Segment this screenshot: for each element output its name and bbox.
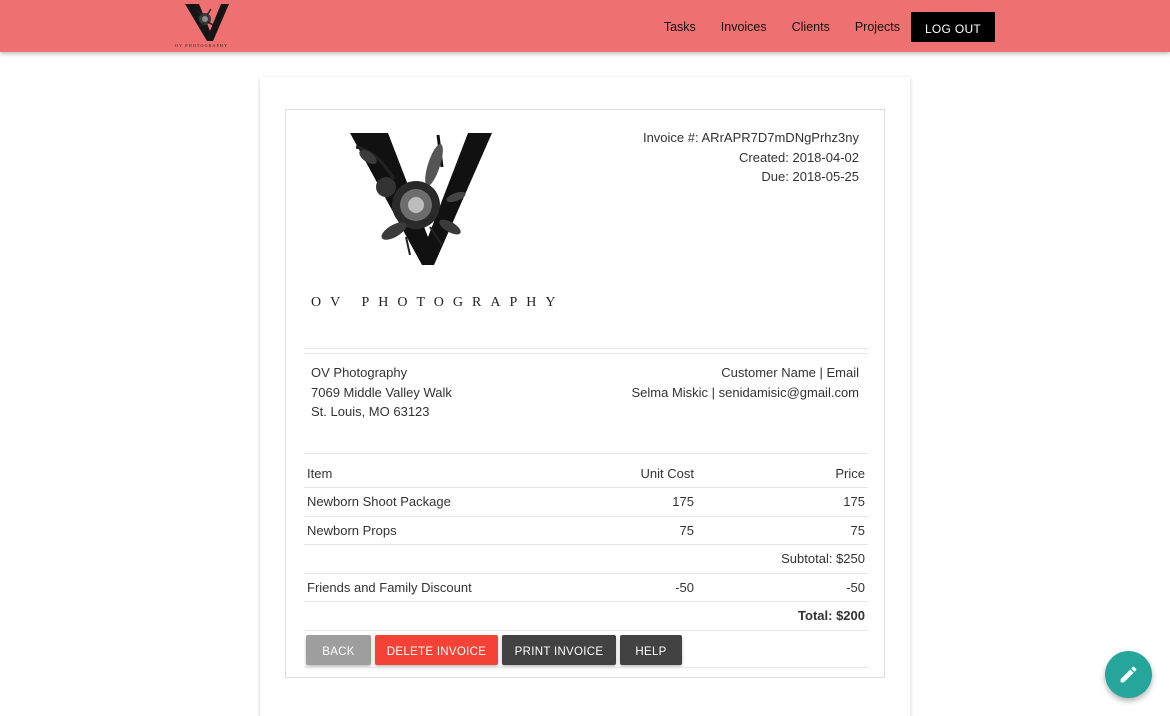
company-address: OV Photography 7069 Middle Valley Walk S…: [311, 363, 452, 422]
item-name: Newborn Shoot Package: [304, 487, 552, 517]
nav-invoices[interactable]: Invoices: [721, 13, 767, 41]
column-header-item: Item: [304, 459, 552, 488]
invoice-box: OV PHOTOGRAPHY Invoice #: ARrAPR7D7mDNgP…: [285, 109, 885, 678]
discount-unit-cost: -50: [552, 573, 710, 602]
nav-tasks[interactable]: Tasks: [664, 13, 696, 41]
divider: [304, 353, 868, 354]
v-monogram-logo-icon: [350, 133, 492, 265]
invoice-meta: Invoice #: ARrAPR7D7mDNgPrhz3ny Created:…: [643, 128, 859, 187]
discount-name: Friends and Family Discount: [304, 573, 552, 602]
pencil-icon: [1120, 666, 1137, 683]
discount-price: -50: [710, 573, 868, 602]
company-city: St. Louis, MO 63123: [311, 404, 430, 419]
subtotal-value: Subtotal: $250: [710, 544, 868, 574]
item-price: 75: [710, 516, 868, 545]
line-items-table: Item Unit Cost Price Newborn Shoot Packa…: [304, 459, 868, 631]
invoice-card: OV PHOTOGRAPHY Invoice #: ARrAPR7D7mDNgP…: [260, 77, 910, 716]
brand-text: OV PHOTOGRAPHY: [175, 43, 229, 48]
company-name: OV Photography: [311, 365, 408, 380]
company-logo-text: OV PHOTOGRAPHY: [311, 295, 565, 310]
item-unit-cost: 175: [552, 487, 710, 517]
customer-name-email: Selma Miskic | senidamisic@gmail.com: [631, 384, 859, 400]
table-header-row: Item Unit Cost Price: [304, 459, 868, 488]
delete-invoice-button[interactable]: DELETE INVOICE: [375, 635, 498, 665]
item-price: 175: [710, 487, 868, 517]
back-button[interactable]: BACK: [306, 635, 371, 665]
print-invoice-button[interactable]: PRINT INVOICE: [502, 635, 616, 665]
total-row: Total: $200: [304, 601, 868, 631]
total-value: Total: $200: [710, 601, 868, 631]
item-name: Newborn Props: [304, 516, 552, 545]
subtotal-row: Subtotal: $250: [304, 544, 868, 574]
nav-projects[interactable]: Projects: [855, 13, 900, 41]
edit-fab-button[interactable]: [1105, 651, 1152, 698]
nav-clients[interactable]: Clients: [792, 13, 830, 41]
column-header-unit-cost: Unit Cost: [552, 459, 710, 488]
company-street: 7069 Middle Valley Walk: [311, 384, 452, 400]
main-nav: Tasks Invoices Clients Projects LOG OUT: [664, 12, 995, 42]
brand-logo[interactable]: OV PHOTOGRAPHY: [175, 0, 245, 52]
logout-button[interactable]: LOG OUT: [911, 12, 995, 42]
item-unit-cost: 75: [552, 516, 710, 545]
column-header-price: Price: [710, 459, 868, 488]
divider: [304, 667, 868, 668]
v-monogram-icon: [185, 4, 229, 41]
table-row: Newborn Props 75 75: [304, 516, 868, 545]
divider: [304, 348, 868, 349]
invoice-number: Invoice #: ARrAPR7D7mDNgPrhz3ny: [642, 130, 859, 145]
invoice-due-date: Due: 2018-05-25: [761, 169, 859, 184]
customer-info: Customer Name | Email Selma Miskic | sen…: [631, 363, 859, 402]
divider: [304, 453, 868, 454]
discount-row: Friends and Family Discount -50 -50: [304, 573, 868, 602]
table-row: Newborn Shoot Package 175 175: [304, 487, 868, 517]
help-button[interactable]: HELP: [620, 635, 682, 665]
invoice-actions: BACK DELETE INVOICE PRINT INVOICE HELP: [306, 635, 686, 665]
customer-header: Customer Name | Email: [721, 365, 859, 380]
invoice-created-date: Created: 2018-04-02: [739, 149, 859, 165]
top-navbar: OV PHOTOGRAPHY Tasks Invoices Clients Pr…: [0, 0, 1170, 52]
